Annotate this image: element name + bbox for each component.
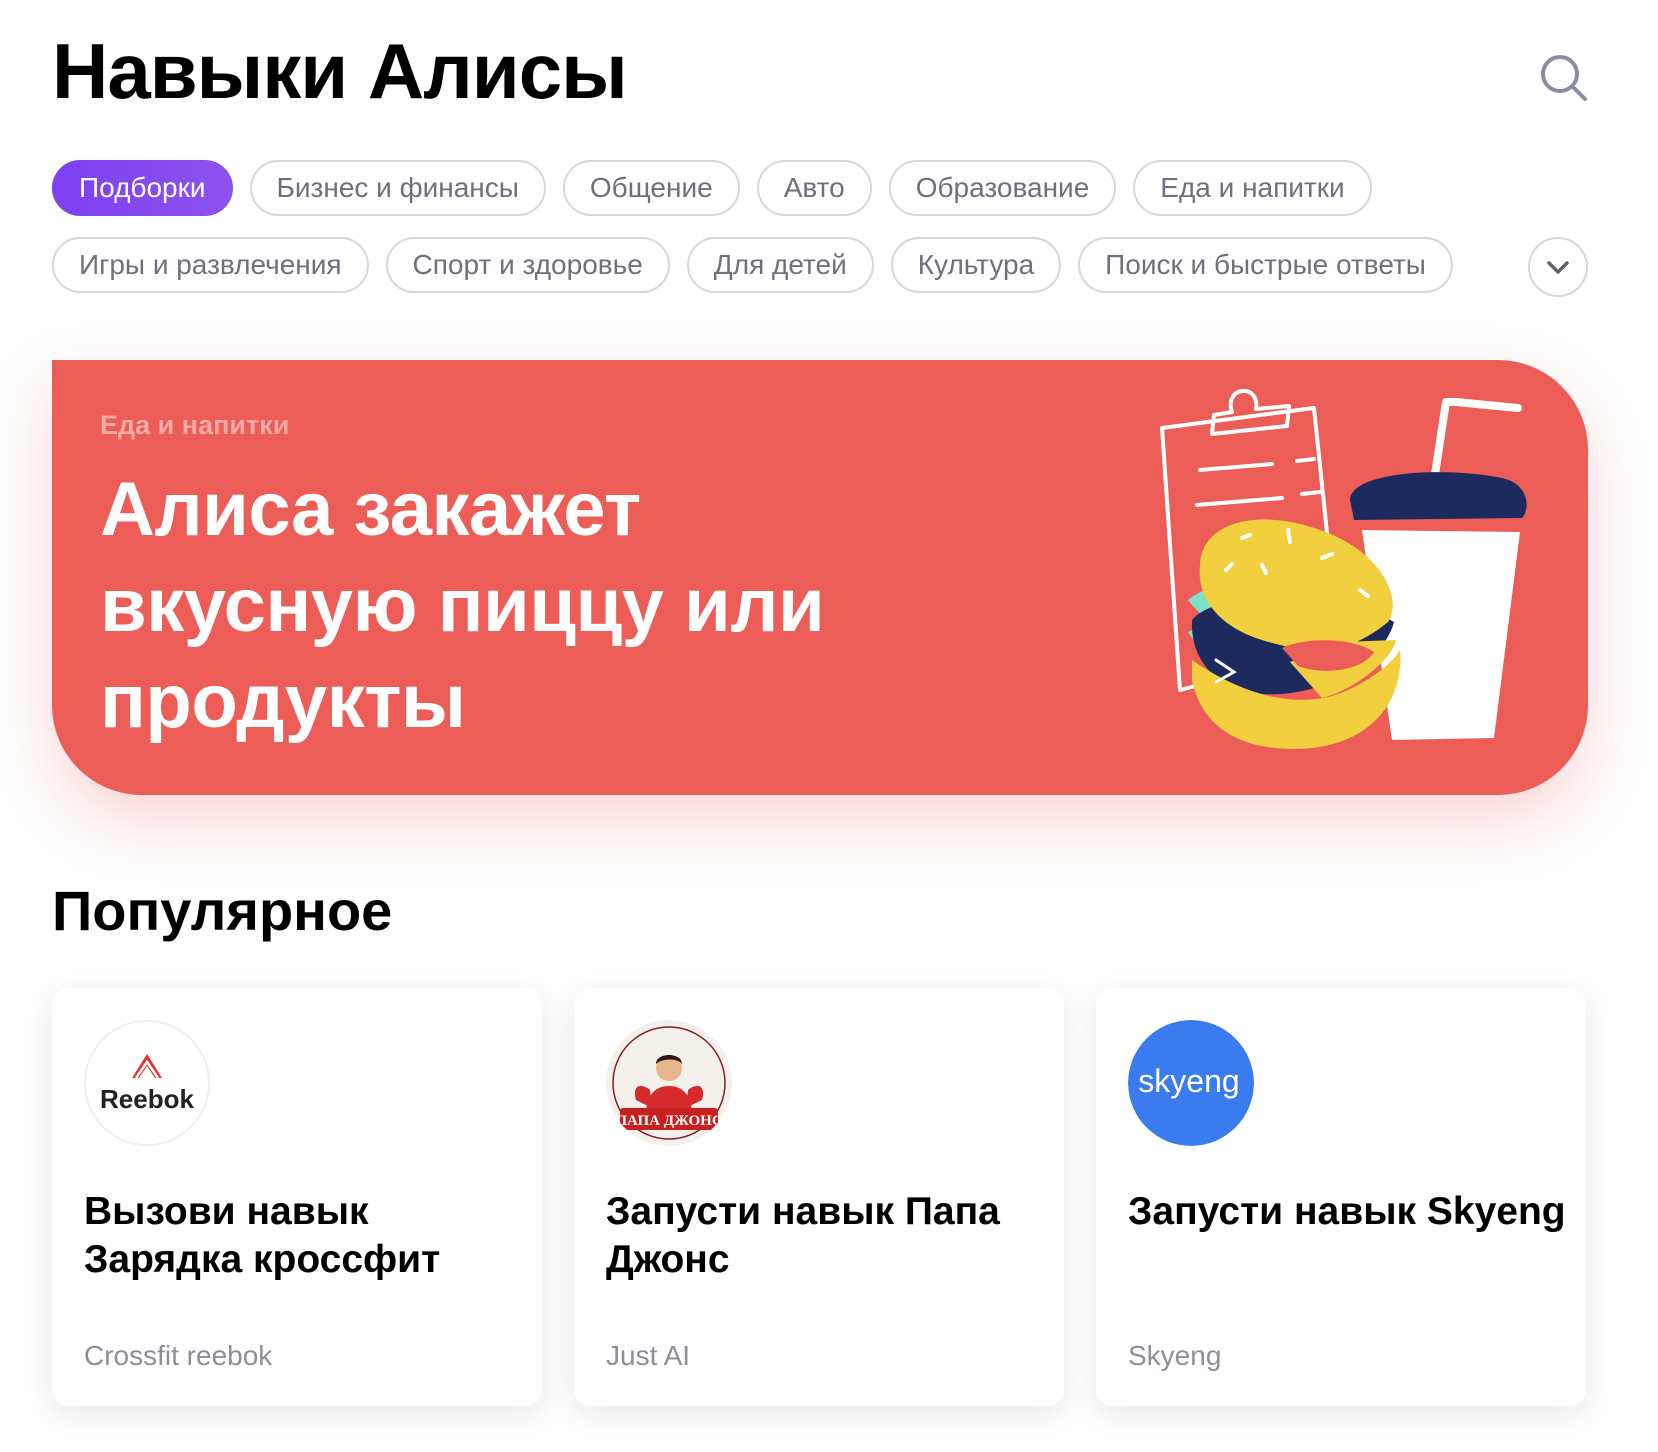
- category-row-1: Подборки Бизнес и финансы Общение Авто О…: [52, 160, 1372, 216]
- page-title: Навыки Алисы: [52, 27, 628, 115]
- burger-drink-illustration: [1160, 388, 1527, 749]
- category-chip-business[interactable]: Бизнес и финансы: [249, 160, 546, 216]
- expand-categories-button[interactable]: [1528, 237, 1588, 297]
- promo-banner[interactable]: Еда и напитки Алиса закажет вкусную пицц…: [52, 360, 1588, 795]
- banner-title: Алиса закажет вкусную пиццу или продукты: [100, 467, 825, 744]
- skyeng-logo: skyeng: [1128, 1020, 1254, 1146]
- banner-category: Еда и напитки: [100, 410, 290, 440]
- category-chip-games[interactable]: Игры и развлечения: [52, 237, 369, 293]
- skill-card-title: Вызови навык Зарядка кроссфит: [84, 1190, 441, 1281]
- skill-card-author: Just AI: [606, 1340, 691, 1371]
- category-chip-search[interactable]: Поиск и быстрые ответы: [1078, 237, 1453, 293]
- category-chip-kids[interactable]: Для детей: [686, 237, 874, 293]
- category-chip-sport[interactable]: Спорт и здоровье: [385, 237, 670, 293]
- category-chip-auto[interactable]: Авто: [756, 160, 872, 216]
- search-button[interactable]: [1536, 50, 1592, 106]
- skill-card-title: Запусти навык Skyeng: [1128, 1190, 1566, 1233]
- svg-text:skyeng: skyeng: [1138, 1063, 1239, 1099]
- category-chip-education[interactable]: Образование: [888, 160, 1117, 216]
- chevron-down-icon: [1547, 261, 1569, 274]
- skill-card-papa-johns[interactable]: ПАПА ДЖОНС Запусти навык Папа Джонс Just…: [574, 988, 1064, 1406]
- skill-card-author: Crossfit reebok: [84, 1340, 273, 1371]
- svg-text:ПАПА ДЖОНС: ПАПА ДЖОНС: [615, 1113, 722, 1129]
- skill-card-skyeng[interactable]: skyeng Запусти навык Skyeng Skyeng: [1096, 988, 1586, 1406]
- category-row-2: Игры и развлечения Спорт и здоровье Для …: [52, 237, 1453, 293]
- skill-card-title: Запусти навык Папа Джонс: [606, 1190, 1000, 1281]
- popular-section-title: Популярное: [52, 879, 393, 942]
- search-icon: [1541, 55, 1587, 101]
- category-chip-collections[interactable]: Подборки: [52, 160, 233, 216]
- category-chip-communication[interactable]: Общение: [562, 160, 740, 216]
- papa-johns-logo: ПАПА ДЖОНС: [606, 1020, 732, 1146]
- skill-card-reebok[interactable]: Reebok Вызови навык Зарядка кроссфит Cro…: [52, 988, 542, 1406]
- svg-text:Reebok: Reebok: [100, 1084, 194, 1114]
- reebok-logo: Reebok: [84, 1020, 210, 1146]
- category-chip-food[interactable]: Еда и напитки: [1133, 160, 1372, 216]
- popular-cards: Reebok Вызови навык Зарядка кроссфит Cro…: [52, 988, 1586, 1406]
- category-chip-culture[interactable]: Культура: [890, 237, 1062, 293]
- skill-card-author: Skyeng: [1128, 1340, 1222, 1371]
